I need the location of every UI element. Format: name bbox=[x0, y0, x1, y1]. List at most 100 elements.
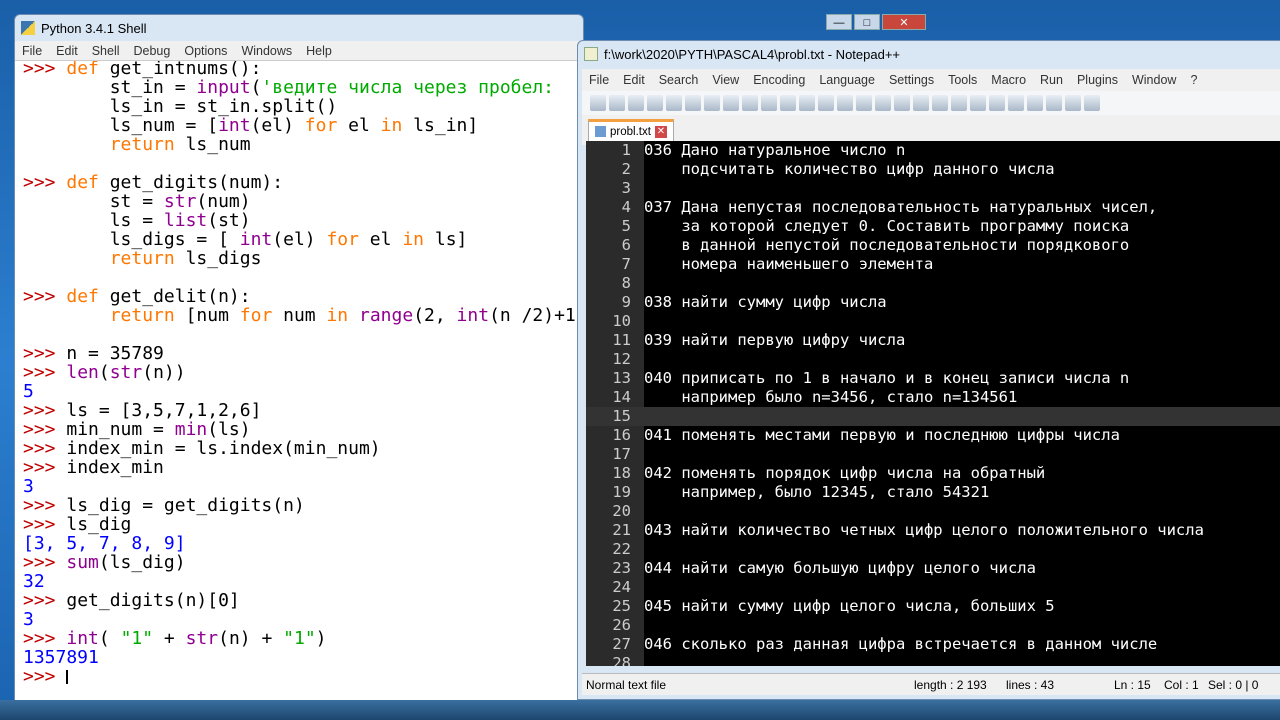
line-text: 040 приписать по 1 в начало и в конец за… bbox=[644, 369, 1130, 387]
code-token: 3 bbox=[23, 476, 34, 497]
code-token: (ls_dig) bbox=[98, 552, 186, 573]
npp-menu-edit[interactable]: Edit bbox=[616, 73, 652, 87]
line-text: номера наименьшего элемента bbox=[644, 255, 934, 273]
copy-icon[interactable] bbox=[742, 95, 758, 111]
find-icon[interactable] bbox=[818, 95, 834, 111]
func-list-icon[interactable] bbox=[1008, 95, 1024, 111]
close-all-icon[interactable] bbox=[685, 95, 701, 111]
npp-menu-settings[interactable]: Settings bbox=[882, 73, 941, 87]
close-button[interactable]: ✕ bbox=[882, 14, 926, 30]
code-token: "1" bbox=[283, 628, 316, 649]
line-count: lines : 43 bbox=[1006, 677, 1055, 692]
shell-menu-shell[interactable]: Shell bbox=[85, 44, 127, 58]
indent-guide-icon[interactable] bbox=[970, 95, 986, 111]
line-number: 5 bbox=[621, 217, 631, 235]
shell-menu-windows[interactable]: Windows bbox=[234, 44, 299, 58]
npp-menu-file[interactable]: File bbox=[582, 73, 616, 87]
sync-h-icon[interactable] bbox=[913, 95, 929, 111]
line-number: 14 bbox=[612, 388, 631, 406]
npp-menu-encoding[interactable]: Encoding bbox=[746, 73, 812, 87]
shell-line: 1357891 bbox=[23, 648, 576, 667]
cut-icon[interactable] bbox=[723, 95, 739, 111]
zoom-out-icon[interactable] bbox=[875, 95, 891, 111]
npp-menu-[interactable]: ? bbox=[1183, 73, 1204, 87]
shell-menubar: File Edit Shell Debug Options Windows Help bbox=[15, 41, 583, 61]
shell-output[interactable]: >>> def get_intnums(): st_in = input('ве… bbox=[15, 61, 583, 703]
npp-menu-view[interactable]: View bbox=[705, 73, 746, 87]
npp-menu-language[interactable]: Language bbox=[812, 73, 882, 87]
npp-menu-macro[interactable]: Macro bbox=[984, 73, 1033, 87]
code-token: ls] bbox=[424, 229, 468, 250]
line-number: 21 bbox=[612, 521, 631, 539]
cursor-line: Ln : 15 bbox=[1114, 677, 1151, 692]
code-token: ls = [3,5,7,1,2,6] bbox=[66, 400, 262, 421]
new-icon[interactable] bbox=[590, 95, 606, 111]
status-bar: Normal text file length : 2 193 lines : … bbox=[582, 673, 1280, 695]
editor-line: 8 bbox=[586, 274, 1280, 293]
code-token: str bbox=[109, 362, 143, 383]
undo-icon[interactable] bbox=[780, 95, 796, 111]
shell-menu-edit[interactable]: Edit bbox=[49, 44, 85, 58]
code-token: >>> bbox=[23, 419, 67, 440]
npp-menu-search[interactable]: Search bbox=[652, 73, 706, 87]
editor-line: 17 bbox=[586, 445, 1280, 464]
taskbar[interactable] bbox=[0, 700, 1280, 720]
line-text: 043 найти количество четных цифр целого … bbox=[644, 521, 1204, 539]
npp-menu-plugins[interactable]: Plugins bbox=[1070, 73, 1125, 87]
doc-map-icon[interactable] bbox=[989, 95, 1005, 111]
file-type: Normal text file bbox=[586, 677, 667, 692]
replace-icon[interactable] bbox=[837, 95, 853, 111]
stop-icon[interactable] bbox=[1084, 95, 1100, 111]
line-number: 19 bbox=[612, 483, 631, 501]
shell-line: >>> def get_digits(num): bbox=[23, 173, 576, 192]
code-token: ls = bbox=[23, 210, 164, 231]
text-editor[interactable]: 1 036 Дано натуральное число n2 подсчитат… bbox=[586, 141, 1280, 666]
shell-line: 32 bbox=[23, 572, 576, 591]
file-icon bbox=[595, 126, 606, 137]
print-icon[interactable] bbox=[704, 95, 720, 111]
zoom-in-icon[interactable] bbox=[856, 95, 872, 111]
npp-menu-window[interactable]: Window bbox=[1125, 73, 1183, 87]
code-token: str bbox=[185, 628, 219, 649]
save-icon[interactable] bbox=[628, 95, 644, 111]
editor-line: 7 номера наименьшего элемента bbox=[586, 255, 1280, 274]
folder-icon[interactable] bbox=[1027, 95, 1043, 111]
code-token: in bbox=[326, 305, 349, 326]
code-token: list bbox=[163, 210, 208, 231]
editor-line: 19 например, было 12345, стало 54321 bbox=[586, 483, 1280, 502]
shell-line: >>> def get_delit(n): bbox=[23, 287, 576, 306]
close-tab-icon[interactable]: ✕ bbox=[654, 125, 667, 138]
shell-line: >>> bbox=[23, 667, 576, 686]
shell-menu-file[interactable]: File bbox=[15, 44, 49, 58]
save-all-icon[interactable] bbox=[647, 95, 663, 111]
shell-menu-options[interactable]: Options bbox=[177, 44, 234, 58]
editor-line: 25 045 найти сумму цифр целого числа, бол… bbox=[586, 597, 1280, 616]
npp-menu-tools[interactable]: Tools bbox=[941, 73, 984, 87]
code-token: >>> bbox=[23, 438, 67, 459]
code-token: get_delit(n): bbox=[109, 286, 251, 307]
code-token: >>> bbox=[23, 343, 67, 364]
editor-line: 24 bbox=[586, 578, 1280, 597]
show-all-icon[interactable] bbox=[951, 95, 967, 111]
shell-menu-help[interactable]: Help bbox=[299, 44, 339, 58]
code-token: ) bbox=[315, 628, 327, 649]
paste-icon[interactable] bbox=[761, 95, 777, 111]
maximize-button[interactable]: □ bbox=[854, 14, 880, 30]
close-icon[interactable] bbox=[666, 95, 682, 111]
monitor-icon[interactable] bbox=[1046, 95, 1062, 111]
npp-menu-run[interactable]: Run bbox=[1033, 73, 1070, 87]
code-token: for bbox=[304, 115, 338, 136]
redo-icon[interactable] bbox=[799, 95, 815, 111]
code-token: get_digits(n)[0] bbox=[66, 590, 240, 611]
wrap-icon[interactable] bbox=[932, 95, 948, 111]
record-icon[interactable] bbox=[1065, 95, 1081, 111]
npp-title: f:\work\2020\PYTH\PASCAL4\probl.txt - No… bbox=[604, 46, 901, 62]
sync-v-icon[interactable] bbox=[894, 95, 910, 111]
line-number: 8 bbox=[621, 274, 631, 292]
shell-menu-debug[interactable]: Debug bbox=[127, 44, 178, 58]
line-number: 4 bbox=[621, 198, 631, 216]
open-icon[interactable] bbox=[609, 95, 625, 111]
minimize-button[interactable]: — bbox=[826, 14, 852, 30]
shell-line: st = str(num) bbox=[23, 192, 576, 211]
tab-probl[interactable]: probl.txt ✕ bbox=[588, 119, 674, 141]
